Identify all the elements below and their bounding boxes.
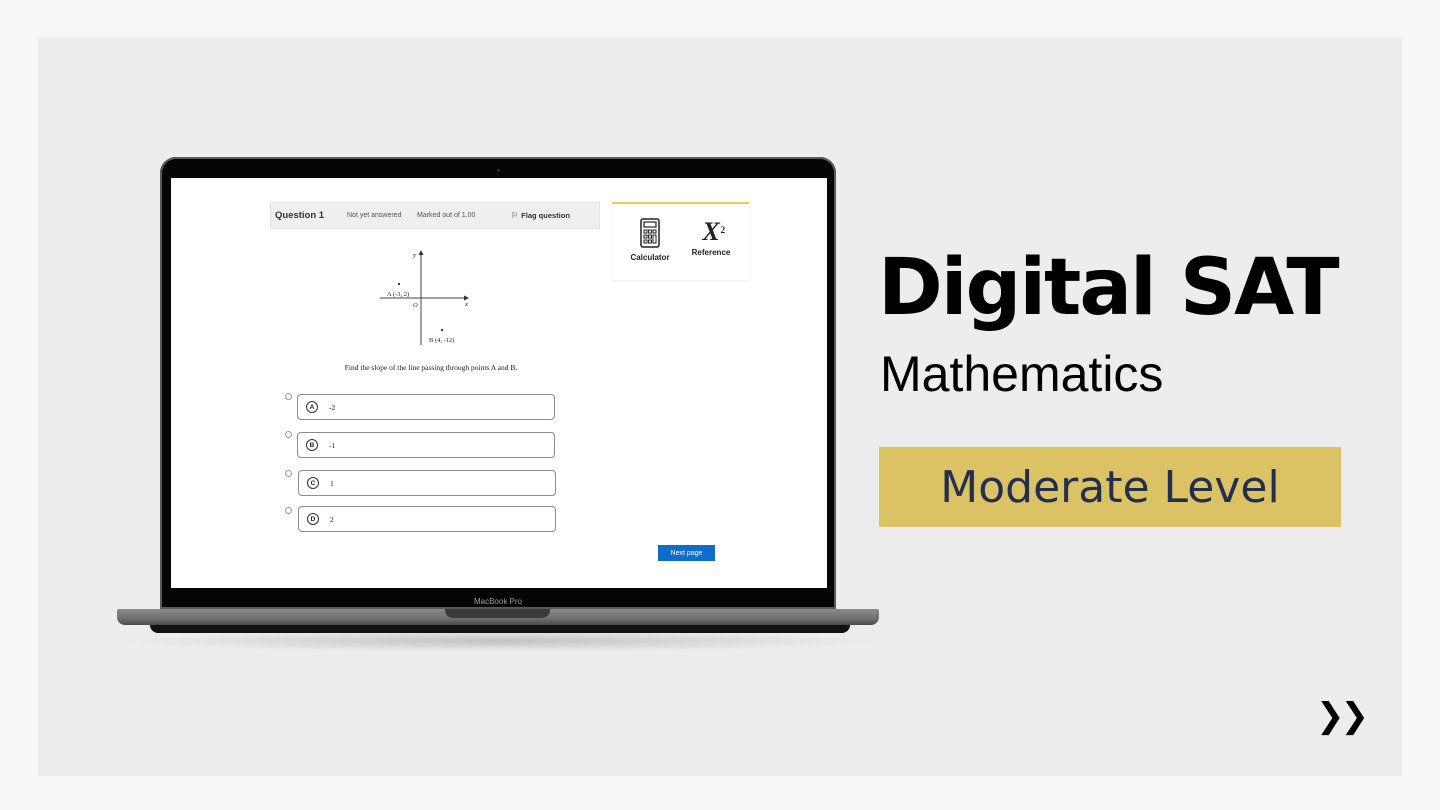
laptop-feet: [150, 625, 850, 633]
reference-label: Reference: [691, 248, 731, 257]
flag-question-label: Flag question: [521, 211, 570, 220]
question-number: Question 1: [275, 210, 325, 221]
choice-letter: D: [307, 513, 319, 525]
point-a: [398, 283, 400, 285]
flag-question-button[interactable]: ⚐ Flag question: [511, 211, 570, 220]
choice-value: -2: [329, 402, 336, 412]
origin-label: O: [413, 302, 418, 309]
choice-value: -1: [329, 440, 336, 450]
x-axis-label: x: [464, 301, 468, 308]
radio-choice-a[interactable]: [285, 393, 292, 400]
reference-button[interactable]: X2 Reference: [682, 216, 740, 257]
level-badge-text: Moderate Level: [940, 461, 1280, 513]
coordinate-graph: y x O A (-3, 2) B (4, -12): [380, 250, 469, 345]
marks-info: Marked out of 1.00: [417, 212, 476, 219]
choice-value: 2: [330, 514, 334, 524]
choice-c[interactable]: C 1: [298, 470, 556, 496]
point-a-label: A (-3, 2): [387, 291, 409, 298]
question-text: Find the slope of the line passing throu…: [344, 363, 518, 372]
camera-icon: [497, 169, 500, 172]
choice-b[interactable]: B -1: [297, 432, 555, 458]
radio-choice-d[interactable]: [285, 507, 292, 514]
choice-letter: A: [306, 401, 318, 413]
banner-title: Digital SAT: [878, 243, 1340, 333]
question-info-bar: Question 1 Not yet answered Marked out o…: [270, 202, 600, 229]
choice-letter: C: [307, 477, 319, 489]
calculator-label: Calculator: [630, 253, 670, 262]
next-page-button[interactable]: Next page: [658, 545, 715, 561]
laptop-model-label: MacBook Pro: [473, 597, 523, 606]
radio-choice-b[interactable]: [285, 431, 292, 438]
tools-panel: Calculator X2 Reference: [612, 202, 749, 280]
calculator-button[interactable]: Calculator: [624, 216, 676, 262]
choice-letter: B: [306, 439, 318, 451]
y-axis-label: y: [412, 252, 416, 259]
point-b-label: B (4, -12): [429, 337, 454, 344]
level-badge: Moderate Level: [879, 447, 1341, 527]
point-b: [441, 329, 443, 331]
laptop-screen: Question 1 Not yet answered Marked out o…: [171, 178, 827, 588]
x-squared-icon: X2: [702, 217, 726, 246]
calculator-icon: [640, 218, 660, 248]
choice-d[interactable]: D 2: [298, 506, 556, 532]
choice-a[interactable]: A -2: [297, 394, 555, 420]
banner-subtitle: Mathematics: [880, 346, 1164, 402]
flag-icon: ⚐: [511, 211, 519, 220]
radio-choice-c[interactable]: [285, 470, 292, 477]
laptop-shadow: [120, 630, 880, 652]
choice-value: 1: [330, 478, 334, 488]
answer-status: Not yet answered: [347, 212, 402, 219]
double-chevron-right-icon[interactable]: ❯❯: [1316, 696, 1369, 736]
laptop-notch: [445, 609, 550, 618]
